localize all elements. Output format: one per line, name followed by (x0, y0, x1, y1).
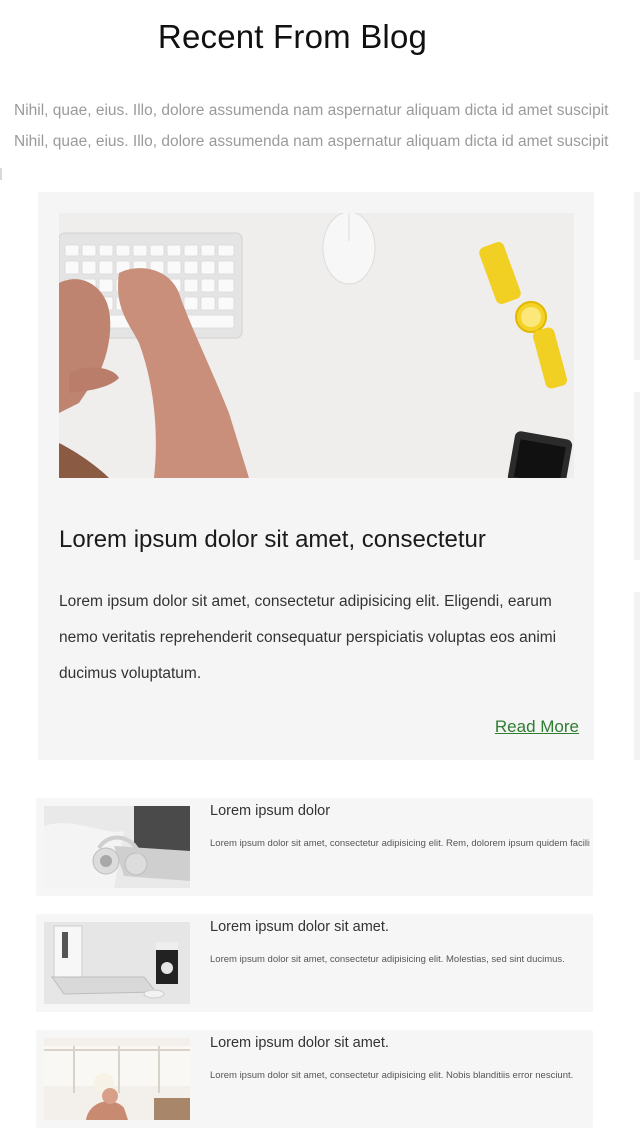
featured-post-body: Lorem ipsum dolor sit amet, consectetur … (59, 593, 557, 682)
next-card-edge (634, 392, 640, 560)
office-window-illustration (44, 1038, 190, 1120)
read-more-link[interactable]: Read More (495, 717, 579, 737)
post-excerpt: Lorem ipsum dolor sit amet, consectetur … (210, 1070, 574, 1081)
section-title: Recent From Blog (157, 18, 428, 55)
post-list-item[interactable]: Lorem ipsum dolor sit amet. Lorem ipsum … (36, 914, 593, 1012)
laptop-book-illustration (44, 922, 190, 1004)
post-list-item[interactable]: Lorem ipsum dolor Lorem ipsum dolor sit … (36, 798, 593, 896)
featured-post-title[interactable]: Lorem ipsum dolor sit amet, consectetur (59, 526, 579, 554)
subtitle-line-1: Nihil, quae, eius. Illo, dolore assumend… (14, 102, 609, 119)
featured-post-card[interactable]: Lorem ipsum dolor sit amet, consectetur … (38, 192, 594, 760)
next-card-edge (634, 192, 640, 360)
desk-keyboard-hands-illustration (59, 213, 574, 478)
post-list-item[interactable]: Lorem ipsum dolor sit amet. Lorem ipsum … (36, 1030, 593, 1128)
post-excerpt: Lorem ipsum dolor sit amet, consectetur … (210, 954, 565, 965)
next-card-edge (634, 592, 640, 760)
featured-post-image[interactable] (59, 213, 574, 478)
post-title[interactable]: Lorem ipsum dolor sit amet. (210, 919, 389, 935)
post-thumbnail[interactable] (44, 806, 190, 888)
post-thumbnail[interactable] (44, 922, 190, 1004)
subtitle-line-2: Nihil, quae, eius. Illo, dolore assumend… (14, 133, 609, 150)
post-title[interactable]: Lorem ipsum dolor (210, 803, 330, 819)
post-thumbnail[interactable] (44, 1038, 190, 1120)
section-subtitle: Nihil, quae, eius. Illo, dolore assumend… (14, 95, 640, 157)
post-excerpt: Lorem ipsum dolor sit amet, consectetur … (210, 838, 590, 849)
laptop-headphones-illustration (44, 806, 190, 888)
slider-edge-mark (0, 168, 2, 180)
post-title[interactable]: Lorem ipsum dolor sit amet. (210, 1035, 389, 1051)
